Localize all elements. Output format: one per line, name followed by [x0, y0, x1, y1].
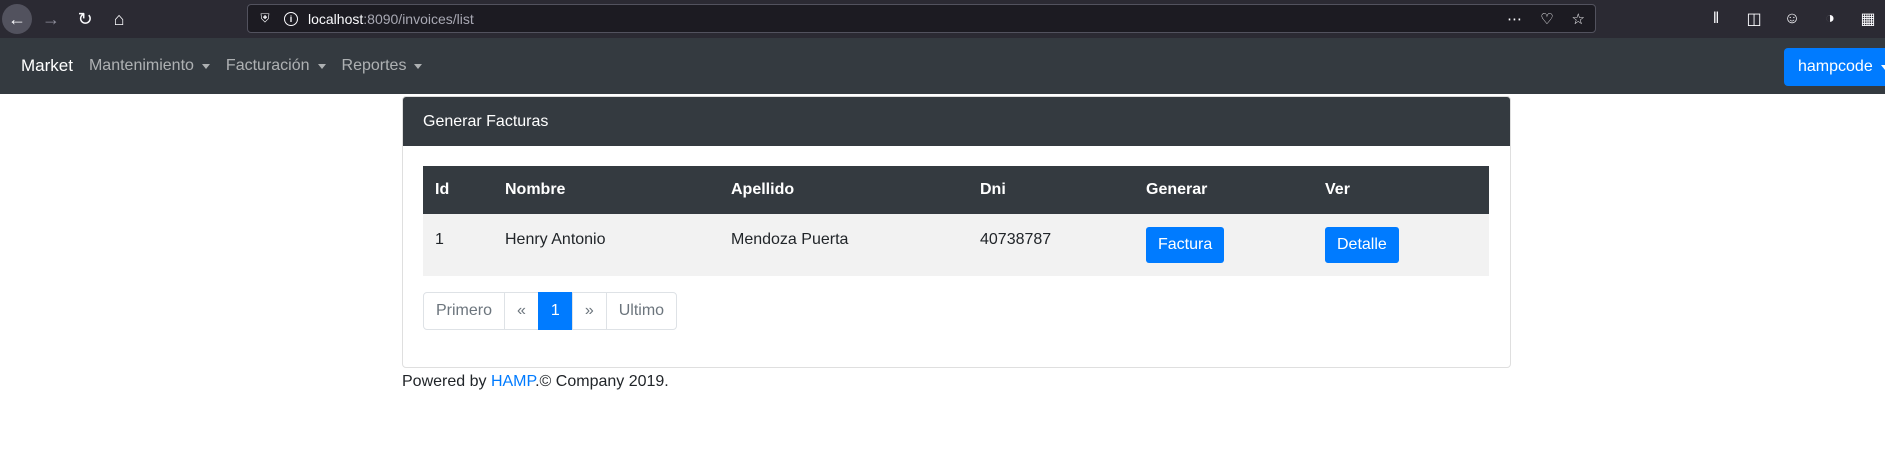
nav-item-mantenimiento[interactable]: Mantenimiento: [89, 57, 210, 75]
column-header-generar: Generar: [1146, 181, 1208, 198]
nav-item-label: Reportes: [341, 57, 407, 74]
column-header-ver: Ver: [1325, 181, 1350, 198]
forward-arrow-icon[interactable]: →: [36, 4, 66, 34]
pagination: Primero « 1 » Ultimo: [423, 292, 1490, 330]
page-first-button[interactable]: Primero: [423, 292, 506, 330]
url-path: :8090/invoices/list: [363, 10, 474, 27]
detalle-button[interactable]: Detalle: [1325, 227, 1399, 263]
footer-prefix: Powered by: [402, 373, 491, 390]
cell-ver: Detalle: [1313, 214, 1489, 276]
caret-down-icon: [317, 63, 326, 69]
cell-dni: 40738787: [980, 231, 1052, 248]
cell-generar: Factura: [1134, 214, 1313, 276]
more-actions-icon[interactable]: ⋯: [1507, 10, 1522, 28]
cell-id: 1: [435, 231, 444, 248]
user-dropdown-button[interactable]: hampcode: [1784, 48, 1885, 86]
nav-item-reportes[interactable]: Reportes: [342, 57, 423, 75]
brand-link[interactable]: Market: [21, 56, 73, 76]
home-icon[interactable]: ⌂: [104, 4, 134, 34]
back-arrow-icon[interactable]: ←: [2, 4, 32, 34]
page-prev-button[interactable]: «: [504, 292, 539, 330]
page-last-button[interactable]: Ultimo: [605, 292, 678, 330]
column-header-nombre: Nombre: [505, 181, 566, 198]
table-header-row: Id Nombre Apellido Dni Generar Ver: [423, 166, 1489, 214]
column-header-id: Id: [435, 181, 450, 198]
page-current-button[interactable]: 1: [537, 292, 573, 330]
url-text[interactable]: localhost:8090/invoices/list: [308, 11, 474, 27]
reload-icon[interactable]: ↻: [70, 4, 100, 34]
cell-apellido: Mendoza Puerta: [731, 231, 849, 248]
nav-item-label: Mantenimiento: [88, 57, 194, 74]
footer-hamp-link[interactable]: HAMP: [491, 373, 535, 390]
addon-icon[interactable]: ▦: [1857, 9, 1879, 29]
cell-nombre: Henry Antonio: [505, 231, 606, 248]
card-title: Generar Facturas: [423, 112, 549, 130]
caret-down-icon: [414, 63, 423, 69]
nav-item-label: Facturación: [225, 57, 310, 74]
card-body: Id Nombre Apellido Dni Generar Ver 1 Hen…: [403, 146, 1510, 350]
invoices-card: Generar Facturas Id Nombre Apellido Dni …: [402, 96, 1511, 368]
page-next-button[interactable]: »: [571, 292, 607, 330]
caret-down-icon: [201, 63, 210, 69]
app-navbar: Market Mantenimiento Facturación Reporte…: [0, 38, 1885, 94]
user-name: hampcode: [1798, 58, 1873, 75]
footer-suffix: .© Company 2019.: [535, 373, 669, 390]
pocket-icon[interactable]: ♡: [1540, 10, 1553, 28]
footer: Powered by HAMP.© Company 2019.: [402, 373, 669, 391]
card-header: Generar Facturas: [403, 97, 1510, 146]
bookmark-star-icon[interactable]: ☆: [1572, 10, 1585, 28]
url-host: localhost: [308, 10, 364, 27]
column-header-apellido: Apellido: [731, 181, 795, 198]
library-icon[interactable]: ‖: [1705, 10, 1727, 28]
info-icon[interactable]: i: [284, 11, 298, 26]
nav-item-facturacion[interactable]: Facturación: [226, 57, 326, 75]
address-bar[interactable]: ⛨ i localhost:8090/invoices/list ⋯ ♡ ☆: [247, 4, 1596, 33]
extension-icon[interactable]: ◑: [1819, 10, 1841, 28]
account-icon[interactable]: ☺: [1781, 10, 1803, 28]
caret-down-icon: [1880, 64, 1885, 70]
shield-icon[interactable]: ⛨: [258, 11, 272, 26]
invoices-table: Id Nombre Apellido Dni Generar Ver 1 Hen…: [423, 166, 1489, 276]
column-header-dni: Dni: [980, 181, 1006, 198]
factura-button[interactable]: Factura: [1146, 227, 1225, 263]
sidebar-icon[interactable]: ◫: [1743, 9, 1765, 29]
table-row: 1 Henry Antonio Mendoza Puerta 40738787 …: [423, 214, 1489, 276]
browser-toolbar: ← → ↻ ⌂ ⛨ i localhost:8090/invoices/list…: [0, 0, 1885, 38]
